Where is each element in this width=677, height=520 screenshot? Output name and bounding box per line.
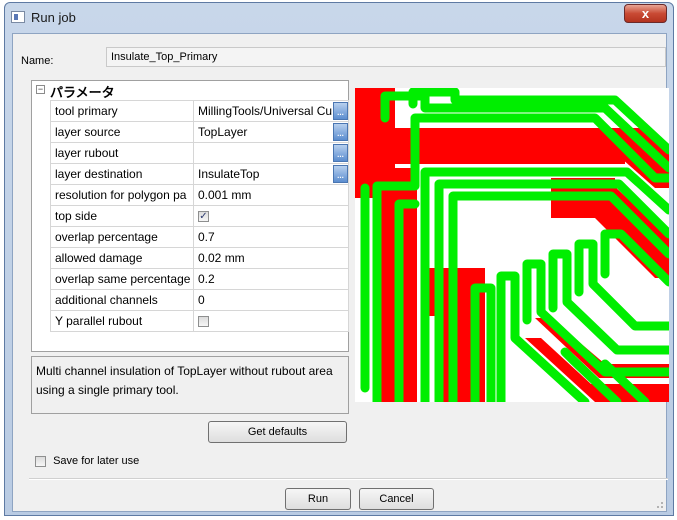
parameter-value[interactable]: ... [193,142,349,164]
parameter-value[interactable]: 0.02 mm [193,247,349,269]
browse-button[interactable]: ... [333,123,348,141]
parameter-name: resolution for polygon pa [50,184,194,206]
pcb-preview-svg [355,87,674,407]
pcb-preview-image [355,87,674,407]
run-button[interactable]: Run [285,488,351,510]
parameter-row[interactable]: top side ✓ [50,205,349,227]
parameter-name: layer rubout [50,142,194,164]
parameter-value[interactable]: TopLayer... [193,121,349,143]
parameter-row[interactable]: tool primary MillingTools/Universal Cu... [50,100,349,122]
parameter-section-header[interactable]: − パラメータ [32,81,348,100]
parameter-value[interactable]: 0.2 [193,268,349,290]
unchecked-checkbox[interactable] [198,316,209,328]
parameter-row[interactable]: layer destination InsulateTop... [50,163,349,185]
parameter-value-text: TopLayer [198,125,248,139]
parameter-value-text: 0.7 [198,230,215,244]
parameter-value[interactable] [193,310,349,332]
save-for-later-label: Save for later use [53,455,140,467]
parameter-name: top side [50,205,194,227]
browse-button[interactable]: ... [333,144,348,162]
parameter-value[interactable]: 0.001 mm [193,184,349,206]
parameter-value-text: 0.001 mm [198,188,252,202]
parameter-name: overlap percentage [50,226,194,248]
parameter-value[interactable]: 0 [193,289,349,311]
name-field[interactable]: Insulate_Top_Primary [106,47,666,67]
run-job-dialog: Run job x Name: Insulate_Top_Primary − パ… [4,2,674,516]
browse-button[interactable]: ... [333,102,348,120]
dialog-body: Name: Insulate_Top_Primary − パラメータ tool … [12,33,674,512]
parameter-value-text: 0 [198,293,205,307]
parameter-row[interactable]: overlap same percentage 0.2 [50,268,349,290]
parameter-name: additional channels [50,289,194,311]
parameter-value-text: 0.2 [198,272,215,286]
job-description: Multi channel insulation of TopLayer wit… [31,356,349,414]
get-defaults-button[interactable]: Get defaults [208,421,347,443]
parameter-name: overlap same percentage [50,268,194,290]
parameter-row[interactable]: additional channels 0 [50,289,349,311]
parameter-value[interactable]: InsulateTop... [193,163,349,185]
parameter-grid: − パラメータ tool primary MillingTools/Univers… [31,80,349,352]
close-button[interactable]: x [624,4,667,23]
parameter-value[interactable]: MillingTools/Universal Cu... [193,100,349,122]
parameter-name: tool primary [50,100,194,122]
parameter-value[interactable]: ✓ [193,205,349,227]
parameter-row[interactable]: overlap percentage 0.7 [50,226,349,248]
parameter-row[interactable]: layer source TopLayer... [50,121,349,143]
parameter-row[interactable]: resolution for polygon pa 0.001 mm [50,184,349,206]
save-for-later-checkbox[interactable] [35,455,46,467]
parameter-value-text: MillingTools/Universal Cu [198,104,333,118]
title-bar[interactable]: Run job x [5,3,673,33]
cancel-button[interactable]: Cancel [359,488,434,510]
window-title: Run job [31,10,76,25]
parameter-row[interactable]: Y parallel rubout [50,310,349,332]
parameter-table: tool primary MillingTools/Universal Cu...… [50,100,349,332]
parameter-name: layer source [50,121,194,143]
copper-trace [425,268,465,316]
checked-checkbox[interactable]: ✓ [198,211,209,223]
parameter-name: allowed damage [50,247,194,269]
parameter-value-text: InsulateTop [198,167,260,181]
button-separator [29,478,668,480]
parameter-section-title: パラメータ [50,85,115,100]
parameter-name: Y parallel rubout [50,310,194,332]
parameter-row[interactable]: allowed damage 0.02 mm [50,247,349,269]
parameter-row[interactable]: layer rubout... [50,142,349,164]
name-label: Name: [21,55,54,67]
parameter-name: layer destination [50,163,194,185]
browse-button[interactable]: ... [333,165,348,183]
app-window-icon [11,11,25,23]
parameter-value-text: 0.02 mm [198,251,245,265]
resize-grip-icon[interactable] [654,499,664,509]
collapse-toggle-icon[interactable]: − [36,85,45,94]
parameter-value[interactable]: 0.7 [193,226,349,248]
copper-trace [355,128,625,164]
save-for-later-row[interactable]: Save for later use [35,455,139,467]
